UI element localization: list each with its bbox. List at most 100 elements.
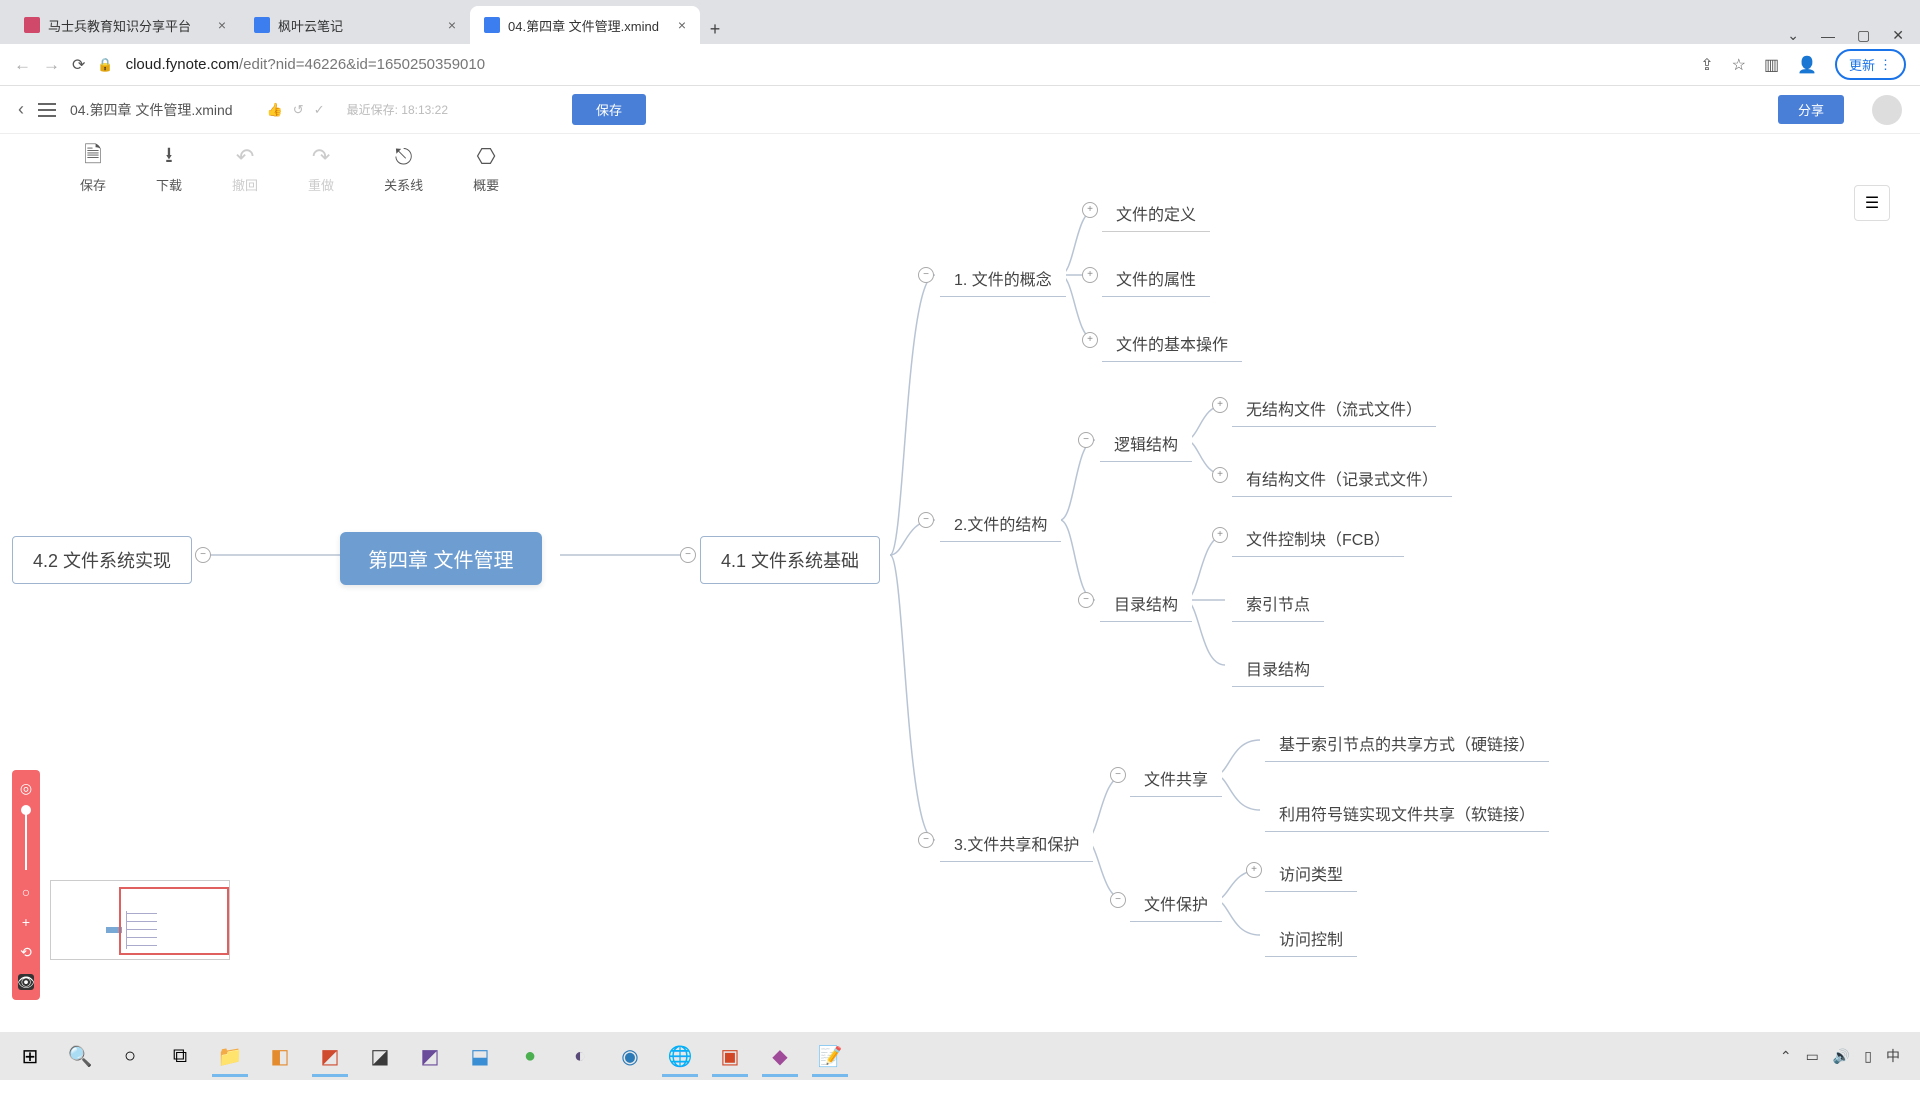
- vscode-icon[interactable]: ⬓: [456, 1035, 504, 1077]
- collapse-toggle[interactable]: −: [195, 547, 211, 563]
- expand-toggle[interactable]: +: [1246, 862, 1262, 878]
- menu-icon[interactable]: [38, 103, 56, 117]
- history-icon[interactable]: ↺: [293, 102, 304, 118]
- back-icon[interactable]: ←: [14, 55, 31, 75]
- notepad-icon[interactable]: 📝: [806, 1035, 854, 1077]
- browser-tab-2[interactable]: 枫叶云笔记 ×: [240, 6, 470, 44]
- new-tab-button[interactable]: +: [700, 14, 730, 44]
- taskview-icon[interactable]: ⧉: [156, 1035, 204, 1077]
- reload-icon[interactable]: ⟳: [72, 55, 85, 75]
- share-button[interactable]: 分享: [1778, 95, 1844, 124]
- start-button[interactable]: ⊞: [6, 1035, 54, 1077]
- update-button[interactable]: 更新 ⋮: [1835, 49, 1906, 80]
- target-icon[interactable]: ◎: [18, 780, 34, 796]
- node-4-1[interactable]: 4.1 文件系统基础: [700, 536, 880, 584]
- node-dir-struct-leaf[interactable]: 目录结构: [1232, 650, 1324, 687]
- wechat-icon[interactable]: ●: [506, 1035, 554, 1077]
- ide2-icon[interactable]: ◩: [406, 1035, 454, 1077]
- minimap[interactable]: [50, 880, 230, 960]
- battery-icon[interactable]: ▭: [1806, 1048, 1819, 1065]
- node-concept[interactable]: 1. 文件的概念: [940, 260, 1066, 297]
- eclipse-icon[interactable]: ◐: [556, 1035, 604, 1077]
- avatar[interactable]: [1872, 95, 1902, 125]
- node-hardlink[interactable]: 基于索引节点的共享方式（硬链接）: [1265, 725, 1549, 762]
- plus-icon[interactable]: +: [18, 914, 34, 930]
- collapse-toggle[interactable]: −: [680, 547, 696, 563]
- thumb-icon[interactable]: 👍: [267, 102, 283, 118]
- node-share-protect[interactable]: 3.文件共享和保护: [940, 825, 1093, 862]
- collapse-toggle[interactable]: −: [1078, 592, 1094, 608]
- node-index-node[interactable]: 索引节点: [1232, 585, 1324, 622]
- app-icon[interactable]: ◧: [256, 1035, 304, 1077]
- browser-tab-1[interactable]: 马士兵教育知识分享平台 ×: [10, 6, 240, 44]
- node-structure[interactable]: 2.文件的结构: [940, 505, 1061, 542]
- node-access-ctrl[interactable]: 访问控制: [1265, 920, 1357, 957]
- expand-toggle[interactable]: +: [1212, 397, 1228, 413]
- save-button[interactable]: 保存: [572, 94, 646, 125]
- zoom-slider[interactable]: [25, 810, 27, 870]
- minimize-icon[interactable]: —: [1821, 28, 1835, 44]
- minimap-viewport[interactable]: [119, 887, 229, 955]
- collapse-toggle[interactable]: −: [918, 512, 934, 528]
- expand-toggle[interactable]: +: [1212, 527, 1228, 543]
- action-redo[interactable]: ↷重做: [308, 145, 334, 194]
- close-icon[interactable]: ×: [448, 17, 456, 33]
- collapse-toggle[interactable]: −: [1110, 767, 1126, 783]
- maximize-icon[interactable]: ▢: [1857, 27, 1870, 44]
- star-icon[interactable]: ☆: [1732, 55, 1746, 75]
- node-softlink[interactable]: 利用符号链实现文件共享（软链接）: [1265, 795, 1549, 832]
- app2-icon[interactable]: ◆: [756, 1035, 804, 1077]
- url-field[interactable]: cloud.fynote.com/edit?nid=46226&id=16502…: [126, 56, 1689, 73]
- action-outline[interactable]: ⎔概要: [473, 145, 499, 194]
- forward-icon[interactable]: →: [43, 55, 60, 75]
- network-icon[interactable]: ▯: [1864, 1048, 1872, 1065]
- search-icon[interactable]: 🔍: [56, 1035, 104, 1077]
- collapse-toggle[interactable]: −: [1078, 432, 1094, 448]
- action-undo[interactable]: ↶撤回: [232, 145, 258, 194]
- expand-toggle[interactable]: +: [1212, 467, 1228, 483]
- expand-toggle[interactable]: +: [1082, 332, 1098, 348]
- close-window-icon[interactable]: ✕: [1892, 27, 1904, 44]
- node-protect[interactable]: 文件保护: [1130, 885, 1222, 922]
- powerpoint-icon[interactable]: ▣: [706, 1035, 754, 1077]
- collapse-toggle[interactable]: −: [1110, 892, 1126, 908]
- profile-icon[interactable]: 👤: [1797, 55, 1817, 75]
- eye-icon[interactable]: 👁: [18, 974, 34, 990]
- expand-toggle[interactable]: +: [1082, 267, 1098, 283]
- node-fcb[interactable]: 文件控制块（FCB）: [1232, 520, 1404, 557]
- node-4-2[interactable]: 4.2 文件系统实现: [12, 536, 192, 584]
- node-nostruct[interactable]: 无结构文件（流式文件）: [1232, 390, 1436, 427]
- node-access-type[interactable]: 访问类型: [1265, 855, 1357, 892]
- action-relation[interactable]: ⎋关系线: [384, 145, 423, 194]
- collapse-toggle[interactable]: −: [918, 832, 934, 848]
- explorer-icon[interactable]: 📁: [206, 1035, 254, 1077]
- expand-toggle[interactable]: +: [1082, 202, 1098, 218]
- action-download[interactable]: ⭳下载: [156, 145, 182, 194]
- chrome-icon[interactable]: 🌐: [656, 1035, 704, 1077]
- ime-indicator[interactable]: 中: [1886, 1046, 1900, 1066]
- mindmap-canvas[interactable]: 第四章 文件管理 4.2 文件系统实现 − − 4.1 文件系统基础 − 1. …: [0, 200, 1920, 1030]
- node-file-attr[interactable]: 文件的属性: [1102, 260, 1210, 297]
- panel-icon[interactable]: ▥: [1764, 55, 1779, 75]
- node-root[interactable]: 第四章 文件管理: [340, 532, 542, 585]
- circle-icon[interactable]: ○: [18, 884, 34, 900]
- chevron-up-icon[interactable]: ⌃: [1780, 1048, 1792, 1065]
- node-logic-struct[interactable]: 逻辑结构: [1100, 425, 1192, 462]
- app-back-icon[interactable]: ‹: [18, 99, 24, 120]
- node-file-def[interactable]: 文件的定义: [1102, 195, 1210, 232]
- share-page-icon[interactable]: ⇪: [1700, 55, 1713, 75]
- close-icon[interactable]: ×: [218, 17, 226, 33]
- close-icon[interactable]: ×: [678, 17, 686, 33]
- edge-icon[interactable]: ◉: [606, 1035, 654, 1077]
- pycharm-icon[interactable]: ◩: [306, 1035, 354, 1077]
- chevron-down-icon[interactable]: ⌄: [1787, 27, 1799, 44]
- node-dir-struct[interactable]: 目录结构: [1100, 585, 1192, 622]
- refresh-icon[interactable]: ⟲: [18, 944, 34, 960]
- browser-tab-3[interactable]: 04.第四章 文件管理.xmind ×: [470, 6, 700, 44]
- node-file-ops[interactable]: 文件的基本操作: [1102, 325, 1242, 362]
- volume-icon[interactable]: 🔊: [1833, 1048, 1850, 1065]
- node-share[interactable]: 文件共享: [1130, 760, 1222, 797]
- action-save[interactable]: 🗎保存: [80, 145, 106, 194]
- collapse-toggle[interactable]: −: [918, 267, 934, 283]
- node-struct[interactable]: 有结构文件（记录式文件）: [1232, 460, 1452, 497]
